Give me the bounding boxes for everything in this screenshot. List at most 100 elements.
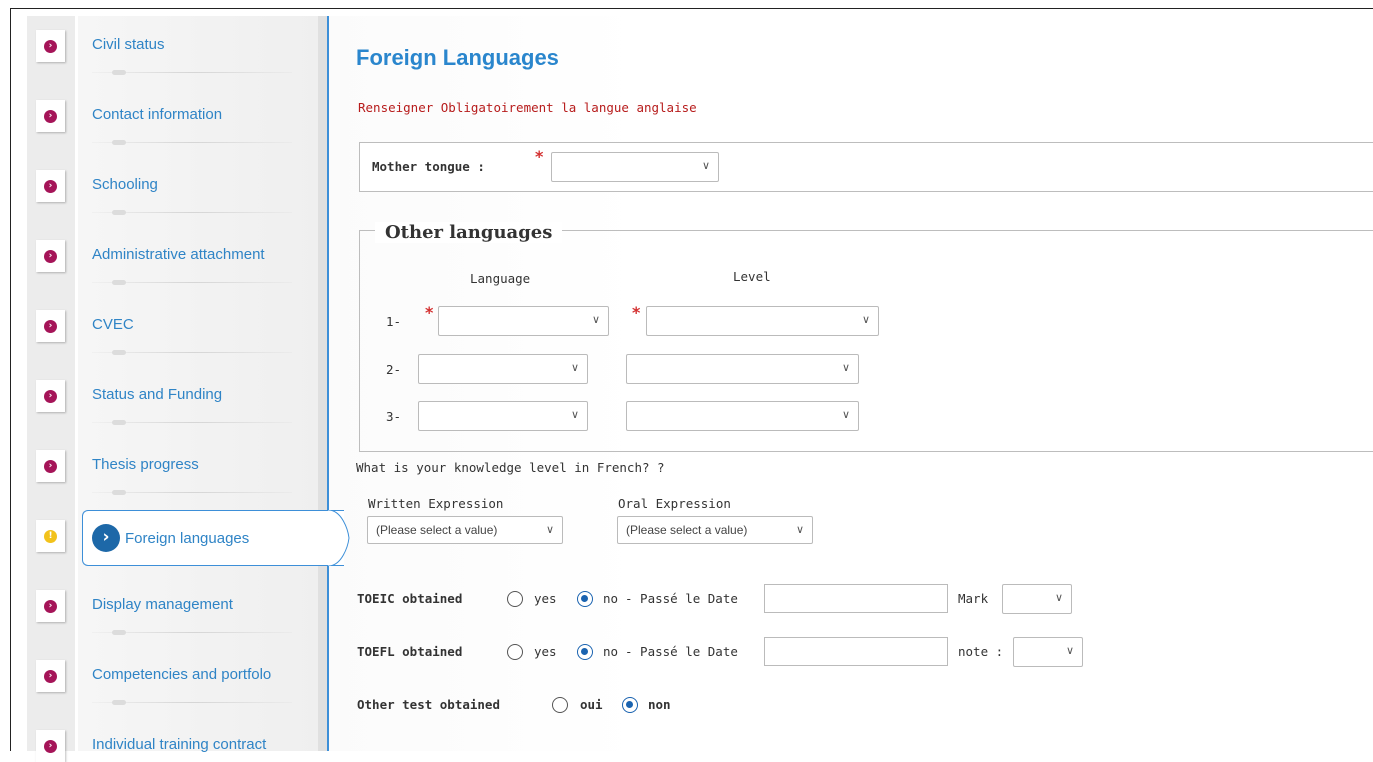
sidebar-separator: [92, 350, 292, 355]
chevron-right-icon: ›: [92, 524, 120, 552]
sidebar-border-line: [327, 16, 329, 751]
toeic-mark-select[interactable]: ∨: [1002, 584, 1072, 614]
row-number: 1-: [386, 314, 402, 329]
mother-tongue-select[interactable]: ∨: [551, 152, 719, 182]
toefl-label: TOEFL obtained: [357, 644, 463, 659]
oral-expression-select[interactable]: (Please select a value) ∨: [617, 516, 813, 544]
nav-status-icon-competencies: ›: [36, 660, 65, 692]
sidebar: [78, 16, 318, 751]
nav-status-icon-contact-information: ›: [36, 100, 65, 132]
chevron-down-icon: ∨: [570, 409, 579, 421]
sidebar-separator: [92, 630, 292, 635]
nav-status-icon-thesis-progress: ›: [36, 450, 65, 482]
sidebar-item-competencies[interactable]: Competencies and portfolo: [92, 666, 271, 683]
toeic-no-radio[interactable]: [577, 591, 593, 607]
chevron-down-icon: ∨: [841, 362, 850, 374]
toeic-no-label: no: [603, 591, 619, 606]
toefl-no-radio[interactable]: [577, 644, 593, 660]
nav-status-icon-individual-training-contract: ›: [36, 730, 65, 762]
toefl-no-label: no: [603, 644, 619, 659]
toefl-date-label: - Passé le Date: [625, 644, 738, 659]
nav-status-icon-civil-status: ›: [36, 30, 65, 62]
language-3-select[interactable]: ∨: [418, 401, 588, 431]
chevron-down-icon: ∨: [591, 314, 600, 326]
nav-status-icon-schooling: ›: [36, 170, 65, 202]
toefl-yes-radio[interactable]: [507, 644, 523, 660]
toefl-date-input[interactable]: [764, 637, 948, 666]
warning-icon: !: [44, 529, 57, 543]
row-number: 2-: [386, 362, 402, 377]
sidebar-item-cvec[interactable]: CVEC: [92, 316, 134, 333]
chevron-down-icon: ∨: [841, 409, 850, 421]
sidebar-separator: [92, 140, 292, 145]
oral-expression-value: (Please select a value): [626, 523, 748, 537]
sidebar-separator: [92, 490, 292, 495]
language-2-select[interactable]: ∨: [418, 354, 588, 384]
chevron-right-icon: ›: [44, 39, 57, 53]
row-number: 3-: [386, 409, 402, 424]
toefl-yes-label: yes: [534, 644, 557, 659]
sidebar-divider: [318, 16, 327, 751]
required-english-warning: Renseigner Obligatoirement la langue ang…: [358, 100, 697, 115]
required-marker: *: [425, 303, 434, 322]
written-expression-value: (Please select a value): [376, 523, 498, 537]
toeic-yes-label: yes: [534, 591, 557, 606]
written-expression-label: Written Expression: [368, 496, 504, 511]
other-test-oui-label: oui: [580, 697, 603, 712]
sidebar-item-schooling[interactable]: Schooling: [92, 176, 158, 193]
level-column-header: Level: [733, 269, 771, 284]
chevron-right-icon: ›: [44, 249, 57, 263]
mother-tongue-box: [359, 142, 1373, 192]
sidebar-item-display-management[interactable]: Display management: [92, 596, 233, 613]
toefl-mark-select[interactable]: ∨: [1013, 637, 1083, 667]
other-languages-legend: Other languages: [375, 222, 563, 243]
other-test-non-radio[interactable]: [622, 697, 638, 713]
oral-expression-label: Oral Expression: [618, 496, 731, 511]
toeic-date-label: - Passé le Date: [625, 591, 738, 606]
toeic-yes-radio[interactable]: [507, 591, 523, 607]
sidebar-item-individual-training-contract[interactable]: Individual training contract: [92, 736, 266, 753]
sidebar-item-administrative-attachment[interactable]: Administrative attachment: [92, 246, 265, 263]
other-test-oui-radio[interactable]: [552, 697, 568, 713]
chevron-right-icon: ›: [44, 179, 57, 193]
toeic-date-input[interactable]: [764, 584, 948, 613]
sidebar-item-contact-information[interactable]: Contact information: [92, 106, 222, 123]
sidebar-separator: [92, 210, 292, 215]
mother-tongue-label: Mother tongue :: [372, 159, 485, 174]
nav-status-icon-foreign-languages: !: [36, 520, 65, 552]
level-3-select[interactable]: ∨: [626, 401, 859, 431]
required-marker: *: [632, 303, 641, 322]
other-test-label: Other test obtained: [357, 697, 500, 712]
sidebar-item-civil-status[interactable]: Civil status: [92, 36, 165, 53]
sidebar-item-thesis-progress[interactable]: Thesis progress: [92, 456, 199, 473]
chevron-right-icon: ›: [44, 319, 57, 333]
sidebar-item-status-and-funding[interactable]: Status and Funding: [92, 386, 222, 403]
nav-status-icon-display-management: ›: [36, 590, 65, 622]
page-title: Foreign Languages: [356, 45, 559, 70]
french-level-question: What is your knowledge level in French? …: [356, 460, 665, 475]
level-2-select[interactable]: ∨: [626, 354, 859, 384]
required-marker: *: [535, 147, 544, 166]
toeic-label: TOEIC obtained: [357, 591, 463, 606]
toeic-mark-label: Mark: [958, 591, 989, 606]
chevron-right-icon: ›: [44, 389, 57, 403]
chevron-down-icon: ∨: [795, 524, 804, 536]
chevron-down-icon: ∨: [570, 362, 579, 374]
chevron-down-icon: ∨: [545, 524, 554, 536]
chevron-right-icon: ›: [44, 459, 57, 473]
active-tab-tip: [328, 510, 350, 566]
language-column-header: Language: [470, 271, 531, 286]
chevron-down-icon: ∨: [861, 314, 870, 326]
sidebar-item-label-active: Foreign languages: [125, 530, 250, 547]
chevron-down-icon: ∨: [1065, 645, 1074, 657]
written-expression-select[interactable]: (Please select a value) ∨: [367, 516, 563, 544]
toefl-mark-label: note :: [958, 644, 1004, 659]
chevron-down-icon: ∨: [1054, 592, 1063, 604]
level-1-select[interactable]: ∨: [646, 306, 879, 336]
nav-status-icon-status-and-funding: ›: [36, 380, 65, 412]
nav-status-icon-cvec: ›: [36, 310, 65, 342]
language-1-select[interactable]: ∨: [438, 306, 609, 336]
sidebar-separator: [92, 700, 292, 705]
sidebar-separator: [92, 70, 292, 75]
chevron-right-icon: ›: [44, 669, 57, 683]
